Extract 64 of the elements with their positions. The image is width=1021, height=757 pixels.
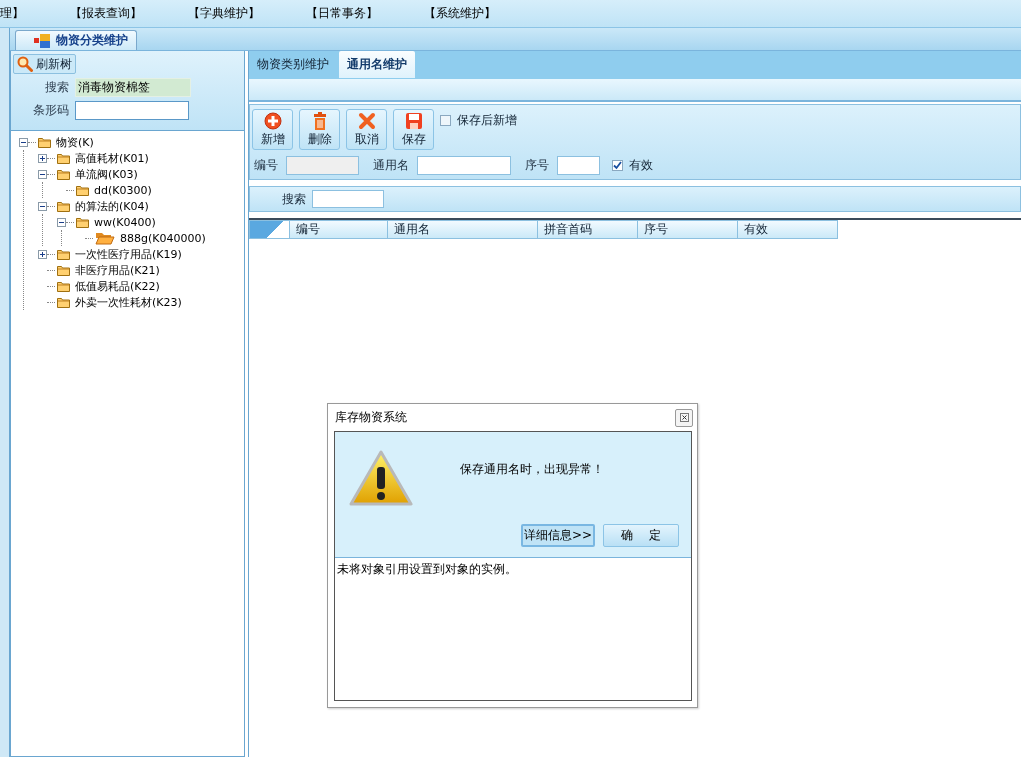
tree-node[interactable]: 物资(K) [56,134,94,150]
tree-node[interactable]: 低值易耗品(K22) [75,278,160,294]
barcode-label: 条形码 [32,102,69,119]
toolbar-button[interactable]: 取消 [346,109,387,150]
document-tab[interactable]: 物资分类维护 [15,30,137,50]
cross-icon [357,111,376,130]
search-field[interactable]: 消毒物资棉签 [75,78,191,97]
dialog-button[interactable]: 确 定 [603,524,679,547]
column-header[interactable]: 有效 [738,220,838,239]
field-label: 序号 [525,156,549,174]
search-icon [17,56,33,72]
field-label: 通用名 [373,156,409,174]
column-header[interactable]: 拼音首码 [538,220,638,239]
collapse-toggle[interactable] [57,217,66,227]
tree-node[interactable]: 外卖一次性耗材(K23) [75,294,182,310]
tree-node[interactable]: 一次性医疗用品(K19) [75,246,182,262]
select-all-header[interactable] [249,220,290,239]
expand-toggle[interactable] [38,249,47,259]
dialog-title: 库存物资系统 [335,409,407,426]
column-header[interactable]: 序号 [638,220,738,239]
barcode-field[interactable] [75,101,189,120]
search-label: 搜索 [282,190,306,208]
field-label: 编号 [254,156,278,174]
menu-item[interactable]: 【报表查询】 [70,5,142,22]
toolbar-button[interactable]: 保存 [393,109,434,150]
search-label: 搜索 [44,79,69,96]
tree-node[interactable]: ww(K0400) [94,215,156,229]
warning-icon [349,449,413,507]
tab[interactable]: 通用名维护 [339,51,415,78]
search-field[interactable] [312,190,384,208]
menu-item[interactable]: 【日常事务】 [306,5,378,22]
checkbox-label: 保存后新增 [457,111,517,129]
dialog-button[interactable]: 详细信息>> [521,524,595,547]
input-field[interactable] [417,155,511,175]
close-icon [679,413,689,422]
menu-item[interactable]: 【系统维护】 [424,5,496,22]
checkbox[interactable] [440,114,451,126]
input-field[interactable] [557,155,600,175]
column-header[interactable]: 编号 [290,220,388,239]
menu-item[interactable]: 【字典维护】 [188,5,260,22]
toolbar-button[interactable]: 新增 [252,109,293,150]
collapse-toggle[interactable] [19,137,28,147]
menu-item[interactable]: 理】 [0,5,24,22]
checkbox[interactable] [612,159,623,171]
tree-node[interactable]: 非医疗用品(K21) [75,262,160,278]
error-details: 未将对象引用设置到对象的实例。 [335,557,691,700]
tab[interactable]: 物资类别维护 [249,51,337,78]
expand-toggle[interactable] [38,153,47,163]
tree-node[interactable]: 高值耗材(K01) [75,150,149,166]
collapse-toggle[interactable] [38,201,47,211]
column-header[interactable]: 通用名 [388,220,538,239]
tree-node[interactable]: dd(K0300) [94,183,152,197]
close-button[interactable] [675,408,693,427]
refresh-tree-button[interactable]: 刷新树 [13,54,76,74]
tree-node[interactable]: 888g(K040000) [120,231,206,245]
plus-icon [263,111,282,130]
checkbox-label: 有效 [629,156,653,174]
error-message: 保存通用名时，出现异常！ [460,460,604,478]
tree-node[interactable]: 的算法的(K04) [75,198,149,214]
trash-icon [311,111,328,130]
toolbar-button[interactable]: 删除 [299,109,340,150]
tree-node[interactable]: 单流阀(K03) [75,166,138,182]
collapse-toggle[interactable] [38,169,47,179]
module-icon [34,33,51,48]
